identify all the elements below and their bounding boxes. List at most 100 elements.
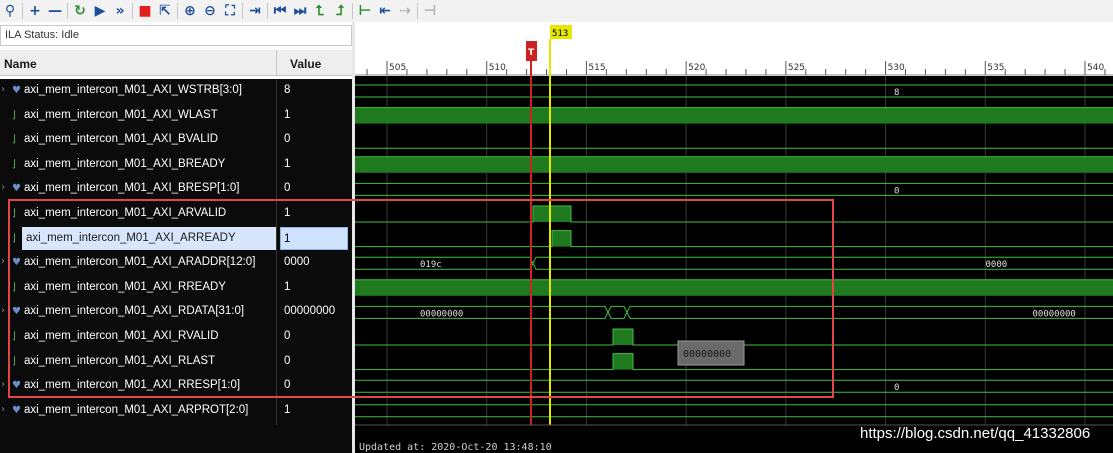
bit-signal-icon: ⌋: [12, 208, 16, 219]
signal-row[interactable]: › ♥ axi_mem_intercon_M01_AXI_WSTRB[3:0] 8: [0, 79, 352, 104]
signal-name[interactable]: axi_mem_intercon_M01_AXI_ARPROT[2:0]: [24, 404, 248, 416]
signal-row[interactable]: › ♥ axi_mem_intercon_M01_AXI_RDATA[31:0] 00…: [0, 300, 352, 325]
goto-end-icon[interactable]: ⏭: [290, 1, 310, 21]
zoom-out-icon[interactable]: ⊖: [200, 1, 220, 21]
signal-row[interactable]: › ♥ axi_mem_intercon_M01_AXI_ARADDR[12:0] 0…: [0, 251, 352, 276]
signal-value[interactable]: 0000: [284, 256, 310, 268]
signal-name[interactable]: axi_mem_intercon_M01_AXI_WLAST: [24, 109, 218, 121]
signal-list: › ♥ axi_mem_intercon_M01_AXI_WSTRB[3:0] 8 ⌋ a…: [0, 79, 352, 425]
bit-signal-icon: ⌋: [12, 355, 16, 367]
signal-value[interactable]: 0: [284, 355, 290, 367]
signal-name[interactable]: axi_mem_intercon_M01_AXI_BRESP[1:0]: [24, 182, 239, 194]
waveform-canvas[interactable]: 505 510 515 520 525 530 535 54080019c 0000000000…: [355, 25, 1113, 453]
bus-signal-icon: ♥: [12, 380, 21, 392]
signal-value[interactable]: 0: [284, 182, 290, 194]
signal-value[interactable]: 1: [284, 158, 290, 170]
signal-value[interactable]: 1: [284, 207, 290, 219]
cursor-label: 513: [552, 29, 568, 39]
high-level-fill: [355, 279, 1113, 296]
prev-marker-icon[interactable]: ⇤: [375, 1, 395, 21]
export-icon[interactable]: ⇱: [155, 1, 175, 21]
signal-row[interactable]: ⌋ axi_mem_intercon_M01_AXI_ARREADY 1: [0, 226, 352, 252]
bit-signal-icon: ⌋: [12, 134, 16, 146]
zoom-icon[interactable]: ⚲: [0, 1, 20, 21]
signal-row[interactable]: ⌋ axi_mem_intercon_M01_AXI_RLAST 0: [0, 350, 352, 375]
signal-name[interactable]: axi_mem_intercon_M01_AXI_BREADY: [24, 158, 225, 170]
ruler-tick-label: 535: [987, 63, 1004, 73]
signal-row[interactable]: ⌋ axi_mem_intercon_M01_AXI_RVALID 0: [0, 325, 352, 350]
bus-segment: [355, 379, 1113, 393]
signal-row[interactable]: › ♥ axi_mem_intercon_M01_AXI_ARPROT[2:0] 1: [0, 399, 352, 424]
next-transition-icon[interactable]: ⮥: [330, 1, 350, 21]
toolbar-separator: [177, 3, 178, 19]
run-trigger-icon[interactable]: ↻: [70, 1, 90, 21]
zoom-fit-icon[interactable]: ⛶: [220, 1, 240, 21]
signal-row[interactable]: ⌋ axi_mem_intercon_M01_AXI_BREADY 1: [0, 153, 352, 178]
signal-value[interactable]: 0: [284, 133, 290, 145]
signal-value[interactable]: 00000000: [284, 305, 335, 317]
signal-value[interactable]: 8: [284, 84, 290, 96]
ruler-tick-label: 520: [688, 63, 705, 73]
signal-value[interactable]: 1: [280, 226, 348, 250]
bus-segment: [607, 305, 628, 319]
signal-row[interactable]: › ♥ axi_mem_intercon_M01_AXI_RRESP[1:0] 0: [0, 374, 352, 399]
signal-name[interactable]: axi_mem_intercon_M01_AXI_RLAST: [24, 355, 215, 367]
signal-name[interactable]: axi_mem_intercon_M01_AXI_ARADDR[12:0]: [24, 256, 255, 268]
high-level-fill: [533, 206, 571, 222]
signal-row[interactable]: ⌋ axi_mem_intercon_M01_AXI_BVALID 0: [0, 128, 352, 153]
signal-row[interactable]: ⌋ axi_mem_intercon_M01_AXI_WLAST 1: [0, 104, 352, 129]
signal-name[interactable]: axi_mem_intercon_M01_AXI_RDATA[31:0]: [24, 305, 244, 317]
stop-icon[interactable]: ■: [135, 1, 155, 21]
signal-value[interactable]: 1: [284, 404, 290, 416]
play-icon[interactable]: ▶: [90, 1, 110, 21]
remove-icon[interactable]: —: [45, 1, 65, 21]
signal-name[interactable]: axi_mem_intercon_M01_AXI_WSTRB[3:0]: [24, 84, 242, 96]
signal-list-header: Name Value: [0, 50, 352, 76]
goto-start-icon[interactable]: ⏮: [270, 1, 290, 21]
signal-name[interactable]: axi_mem_intercon_M01_AXI_BVALID: [24, 133, 218, 145]
waveform-viewer[interactable]: 505 510 515 520 525 530 535 540 8 0 019c 0000 000000…: [355, 25, 1113, 453]
prev-transition-icon[interactable]: ⮤: [310, 1, 330, 21]
signal-name[interactable]: axi_mem_intercon_M01_AXI_RVALID: [24, 330, 219, 342]
bit-signal-icon: ⌋: [12, 158, 16, 170]
signal-name[interactable]: axi_mem_intercon_M01_AXI_RREADY: [24, 281, 226, 293]
signal-row[interactable]: ⌋ axi_mem_intercon_M01_AXI_ARVALID 1: [0, 202, 352, 227]
expand-chevron-icon[interactable]: ›: [1, 305, 5, 316]
high-level-fill: [613, 353, 633, 370]
column-divider[interactable]: [276, 50, 277, 76]
expand-chevron-icon[interactable]: ›: [1, 379, 5, 390]
next-marker-icon[interactable]: ⇢: [395, 1, 415, 21]
toolbar-separator: [242, 3, 243, 19]
signal-name[interactable]: axi_mem_intercon_M01_AXI_ARVALID: [24, 207, 226, 219]
toolbar-separator: [267, 3, 268, 19]
signal-value[interactable]: 0: [284, 330, 290, 342]
signal-name[interactable]: axi_mem_intercon_M01_AXI_ARREADY: [22, 226, 276, 250]
expand-chevron-icon[interactable]: ›: [1, 404, 5, 415]
add-icon[interactable]: +: [25, 1, 45, 21]
bit-signal-icon: ⌋: [12, 109, 16, 121]
swap-cursors-icon[interactable]: ⊣: [420, 1, 440, 21]
zoom-in-icon[interactable]: ⊕: [180, 1, 200, 21]
bus-segment: [355, 84, 1113, 98]
ruler-tick-label: 540: [1087, 63, 1104, 73]
bus-signal-icon: ♥: [12, 85, 21, 96]
signal-name[interactable]: axi_mem_intercon_M01_AXI_RRESP[1:0]: [24, 379, 240, 391]
signal-row[interactable]: ⌋ axi_mem_intercon_M01_AXI_RREADY 1: [0, 276, 352, 301]
bit-signal-icon: ⌋: [12, 281, 16, 293]
signal-value[interactable]: 1: [284, 281, 290, 293]
bit-signal-icon: ⌋: [12, 331, 16, 342]
signal-value[interactable]: 1: [284, 109, 290, 121]
value-column-header[interactable]: Value: [290, 57, 321, 71]
fast-forward-icon[interactable]: »: [110, 1, 130, 21]
expand-chevron-icon[interactable]: ›: [1, 84, 5, 95]
signal-row[interactable]: › ♥ axi_mem_intercon_M01_AXI_BRESP[1:0] 0: [0, 177, 352, 202]
goto-cursor-icon[interactable]: ⇥: [245, 1, 265, 21]
ruler-tick-label: 510: [489, 63, 506, 73]
expand-chevron-icon[interactable]: ›: [1, 182, 5, 193]
ruler-tick-label: 530: [888, 63, 905, 73]
expand-chevron-icon[interactable]: ›: [1, 256, 5, 267]
add-marker-icon[interactable]: ⊢: [355, 1, 375, 21]
signal-value[interactable]: 0: [284, 379, 290, 391]
name-column-header[interactable]: Name: [4, 57, 37, 71]
bus-value-label: 0000: [986, 260, 1008, 270]
